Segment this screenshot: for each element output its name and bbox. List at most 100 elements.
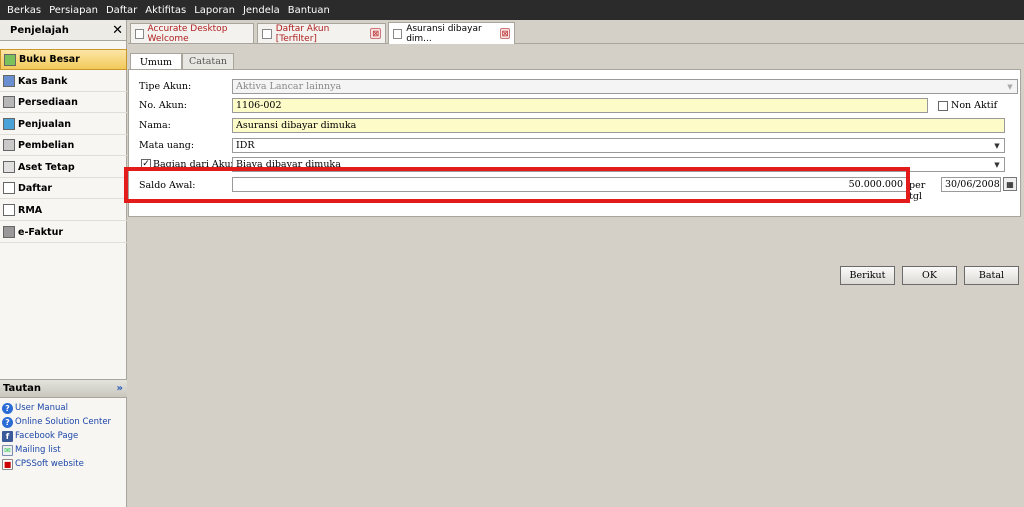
link-label: Mailing list [15,445,61,455]
saldo-awal-label: Saldo Awal: [139,180,196,191]
bank-icon [3,75,15,87]
sidebar-item-penjualan[interactable]: Penjualan [0,114,127,135]
bagian-checkbox[interactable]: ✓ [141,159,151,169]
chevron-down-icon[interactable]: » [117,383,123,394]
chevron-down-icon[interactable]: ▼ [1003,80,1017,93]
menu-laporan[interactable]: Laporan [190,5,239,16]
nama-value: Asuransi dibayar dimuka [236,120,357,131]
list-icon [262,28,272,39]
tautan-title: Tautan [3,383,42,394]
chevron-down-icon[interactable]: ▼ [990,139,1004,152]
link-label: User Manual [15,403,68,413]
no-akun-value: 1106-002 [236,100,282,111]
link-label: Facebook Page [15,431,79,441]
tab-daftar-akun[interactable]: Daftar Akun [Terfilter] ⊠ [257,23,386,44]
saldo-awal-value: 50.000.000 [848,179,903,190]
tab-catatan[interactable]: Catatan [182,53,234,69]
document-tabs: Accurate Desktop Welcome Daftar Akun [Te… [128,20,1024,44]
menu-persiapan[interactable]: Persiapan [45,5,102,16]
sidebar-item-label: Daftar [18,182,53,194]
sidebar-item-label: Penjualan [18,118,72,130]
menu-daftar[interactable]: Daftar [102,5,141,16]
link-user-manual[interactable]: ? User Manual [2,401,68,415]
sidebar-item-label: RMA [18,204,43,216]
chevron-down-icon[interactable]: ▼ [990,158,1004,171]
list-icon [3,182,15,194]
efaktur-icon [3,226,15,238]
inventory-icon [3,96,15,108]
saldo-awal-field[interactable]: 50.000.000 [232,177,907,192]
no-akun-field[interactable]: 1106-002 [232,98,928,113]
sidebar-item-buku-besar[interactable]: Buku Besar [0,49,127,70]
account-form: Umum Catatan Tipe Akun: Aktiva Lancar la… [128,45,1024,507]
tautan-header[interactable]: Tautan » [0,379,127,398]
sidebar-item-aset-tetap[interactable]: Aset Tetap [0,157,127,178]
bagian-label: Bagian dari Akun [153,159,237,170]
close-icon[interactable]: ✕ [112,24,123,37]
sidebar-item-label: Pembelian [18,139,75,151]
sidebar-item-label: Kas Bank [18,75,68,87]
per-tgl-field[interactable]: 30/06/2008 [941,177,1001,192]
sidebar-item-persediaan[interactable]: Persediaan [0,92,127,113]
sidebar-item-label: Buku Besar [19,54,80,65]
close-icon[interactable]: ⊠ [499,28,510,39]
menu-jendela[interactable]: Jendela [239,5,284,16]
per-tgl-value: 30/06/2008 [945,179,1000,190]
sidebar-item-label: Aset Tetap [18,161,75,173]
bagian-value: Biaya dibayar dimuka [236,159,341,170]
tipe-akun-value: Aktiva Lancar lainnya [236,81,342,92]
batal-button[interactable]: Batal [964,266,1019,285]
menu-aktifitas[interactable]: Aktifitas [141,5,190,16]
document-icon [393,28,403,39]
calendar-icon[interactable]: ▦ [1003,177,1017,191]
cart-icon [3,139,15,151]
tipe-akun-label: Tipe Akun: [139,81,192,92]
sidebar-item-daftar[interactable]: Daftar [0,178,127,199]
form-panel: Tipe Akun: Aktiva Lancar lainnya ▼ No. A… [128,69,1021,217]
ledger-icon [4,53,16,66]
tab-umum[interactable]: Umum [130,53,182,70]
bagian-select[interactable]: Biaya dibayar dimuka ▼ [232,157,1005,172]
nama-label: Nama: [139,120,171,131]
sidebar-title: Penjelajah [10,24,69,36]
sidebar-item-kas-bank[interactable]: Kas Bank [0,71,127,92]
link-online-solution-center[interactable]: ? Online Solution Center [2,415,111,429]
web-icon: ■ [2,458,13,470]
rma-icon [3,204,15,216]
mata-uang-select[interactable]: IDR ▼ [232,138,1005,153]
menu-bantuan[interactable]: Bantuan [284,5,334,16]
link-label: CPSSoft website [15,459,84,469]
link-mailing-list[interactable]: ✉ Mailing list [2,443,61,457]
tipe-akun-select[interactable]: Aktiva Lancar lainnya ▼ [232,79,1018,94]
link-facebook-page[interactable]: f Facebook Page [2,429,78,443]
sidebar-item-rma[interactable]: RMA [0,200,127,221]
link-label: Online Solution Center [15,417,112,427]
sales-icon [3,118,15,130]
menu-bar: Berkas Persiapan Daftar Aktifitas Lapora… [0,0,1024,20]
close-icon[interactable]: ⊠ [370,28,381,39]
house-icon [3,161,15,173]
sidebar-item-label: Persediaan [18,96,78,108]
mata-uang-value: IDR [236,140,255,151]
tab-welcome[interactable]: Accurate Desktop Welcome [130,23,254,44]
tab-asuransi[interactable]: Asuransi dibayar dim... ⊠ [388,22,515,44]
tab-label: Accurate Desktop Welcome [147,23,228,44]
nama-field[interactable]: Asuransi dibayar dimuka [232,118,1005,133]
tab-label: Daftar Akun [Terfilter] [275,23,330,44]
explorer-sidebar: Penjelajah ✕ Buku Besar Kas Bank Persedi… [0,20,127,507]
sidebar-item-efaktur[interactable]: e-Faktur [0,222,127,243]
mata-uang-label: Mata uang: [139,140,195,151]
no-akun-label: No. Akun: [139,100,187,111]
ok-button[interactable]: OK [902,266,957,285]
non-aktif-checkbox[interactable] [938,101,948,111]
sidebar-item-pembelian[interactable]: Pembelian [0,135,127,156]
mail-icon: ✉ [2,444,13,456]
menu-berkas[interactable]: Berkas [3,5,45,16]
per-tgl-label: per tgl [909,180,926,202]
facebook-icon: f [2,430,13,442]
link-cpssoft-website[interactable]: ■ CPSSoft website [2,457,84,471]
tab-label: Asuransi dibayar dim... [406,23,482,44]
berikut-button[interactable]: Berikut [840,266,895,285]
help-icon: ? [2,416,13,428]
non-aktif-label: Non Aktif [951,100,998,111]
